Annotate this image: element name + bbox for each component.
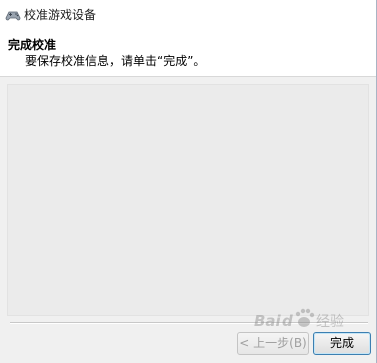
calibration-dialog: 校准游戏设备 完成校准 要保存校准信息，请单击“完成”。 < 上一步(B) 完成…	[0, 0, 377, 363]
button-separator	[10, 322, 368, 324]
window-title: 校准游戏设备	[24, 8, 97, 22]
game-controller-icon	[5, 11, 21, 21]
title-bar[interactable]: 校准游戏设备	[0, 0, 376, 32]
finish-button[interactable]: 完成	[313, 332, 371, 355]
wizard-header: 完成校准 要保存校准信息，请单击“完成”。	[0, 32, 376, 77]
back-button[interactable]: < 上一步(B)	[237, 332, 309, 355]
page-description: 要保存校准信息，请单击“完成”。	[25, 54, 206, 68]
page-title: 完成校准	[8, 38, 57, 52]
content-panel	[7, 84, 369, 316]
